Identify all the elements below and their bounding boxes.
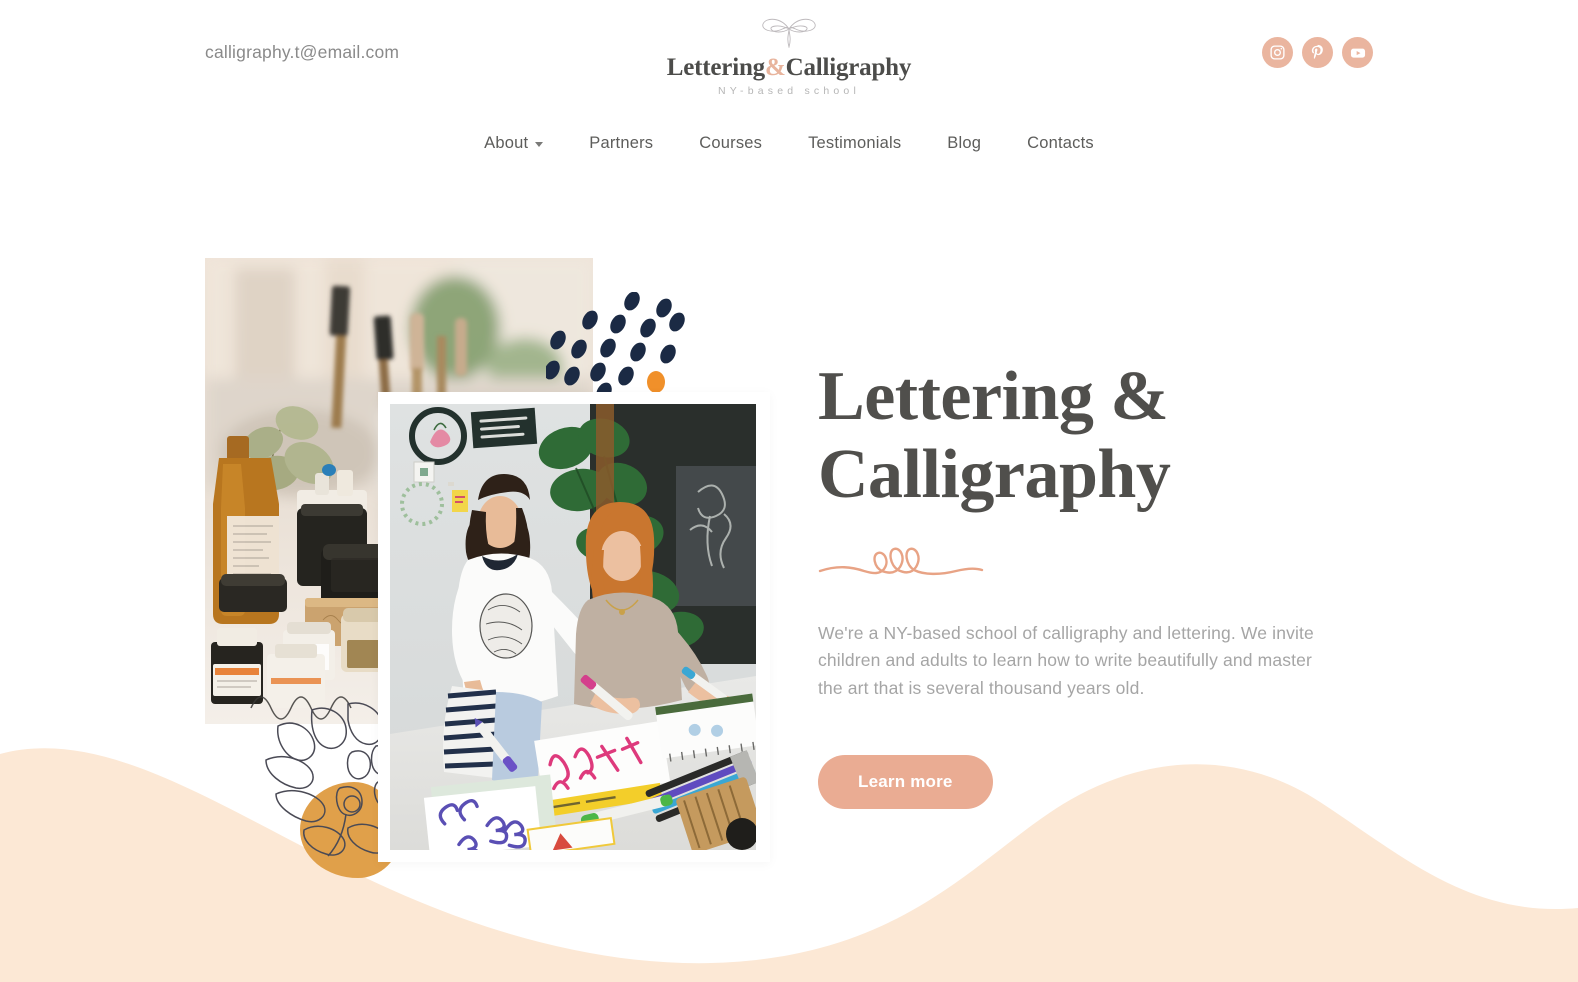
- landing-page: calligraphy.t@email.com Lettering&Callig…: [0, 0, 1578, 982]
- nav-label-testimonials: Testimonials: [808, 134, 902, 152]
- calligraphy-swash-divider-icon: [818, 541, 1378, 588]
- site-logo[interactable]: Lettering&Calligraphy NY-based school: [624, 14, 954, 97]
- site-header: calligraphy.t@email.com Lettering&Callig…: [0, 0, 1578, 112]
- orange-accent-dot: [647, 371, 665, 393]
- instagram-icon: [1269, 44, 1286, 61]
- main-navigation: About Partners Courses Testimonials Blog…: [0, 130, 1578, 157]
- students-workshop-photo-frame: [378, 392, 770, 862]
- nav-label-about: About: [484, 134, 529, 152]
- logo-wordmark: Lettering&Calligraphy: [624, 54, 954, 81]
- nav-label-contacts: Contacts: [1027, 134, 1094, 152]
- hero-content: Lettering & Calligraphy We're a NY-based…: [818, 358, 1378, 809]
- nav-label-courses: Courses: [699, 134, 763, 152]
- contact-email-link[interactable]: calligraphy.t@email.com: [205, 42, 399, 63]
- social-links: [1262, 37, 1373, 68]
- social-link-pinterest[interactable]: [1302, 37, 1333, 68]
- chevron-down-icon: [535, 142, 544, 147]
- logo-tagline: NY-based school: [718, 85, 860, 97]
- page-title: Lettering & Calligraphy: [818, 358, 1378, 515]
- nav-item-testimonials[interactable]: Testimonials: [802, 130, 907, 157]
- calligraphic-flourish-ornament-icon: [624, 14, 954, 53]
- nav-label-blog: Blog: [947, 134, 982, 152]
- nav-item-about[interactable]: About: [478, 130, 549, 157]
- youtube-icon: [1349, 44, 1367, 62]
- navy-petal-dots: [544, 291, 686, 402]
- logo-ampersand: &: [764, 54, 786, 81]
- pinterest-icon: [1309, 44, 1326, 61]
- social-link-youtube[interactable]: [1342, 37, 1373, 68]
- nav-item-blog[interactable]: Blog: [941, 130, 987, 157]
- nav-item-courses[interactable]: Courses: [693, 130, 768, 157]
- learn-more-button[interactable]: Learn more: [818, 754, 993, 809]
- nav-item-partners[interactable]: Partners: [583, 130, 659, 157]
- social-link-instagram[interactable]: [1262, 37, 1293, 68]
- hero-description: We're a NY-based school of calligraphy a…: [818, 622, 1314, 699]
- students-workshop-photo: [390, 404, 756, 850]
- logo-title-part1: Lettering: [666, 54, 765, 81]
- hero-title-line2: Calligraphy: [818, 436, 1171, 514]
- nav-label-partners: Partners: [589, 134, 654, 152]
- nav-item-contacts[interactable]: Contacts: [1021, 130, 1100, 157]
- logo-title-part2: Calligraphy: [785, 54, 912, 81]
- hero-title-line1: Lettering &: [818, 358, 1169, 435]
